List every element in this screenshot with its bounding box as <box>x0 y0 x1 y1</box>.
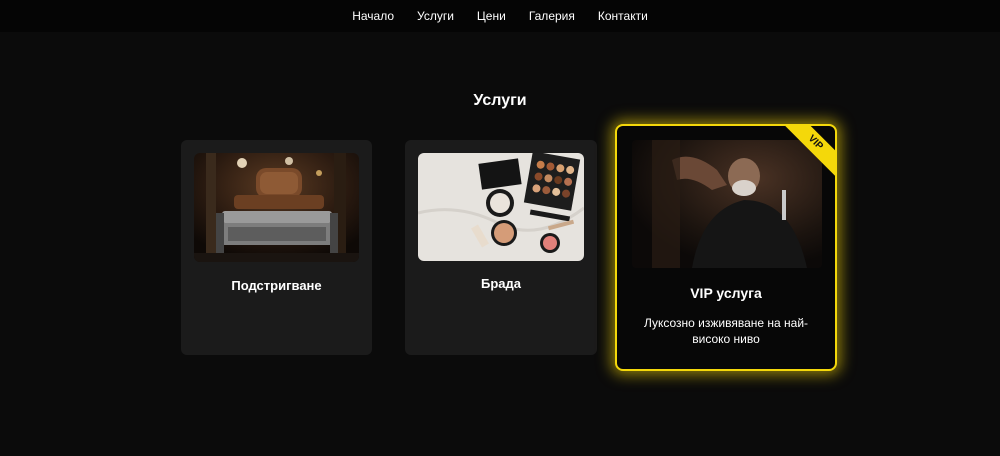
card-title: Брада <box>481 276 521 291</box>
section-title: Услуги <box>473 92 527 109</box>
top-navbar: Начало Услуги Цени Галерия Контакти <box>0 0 1000 32</box>
card-title: Подстригване <box>231 278 322 293</box>
nav-link-home[interactable]: Начало <box>352 0 394 32</box>
nav-link-prices[interactable]: Цени <box>477 0 506 32</box>
nav-link-services[interactable]: Услуги <box>417 0 454 32</box>
service-card-beard[interactable]: Брада <box>405 140 597 355</box>
card-title: VIP услуга <box>690 285 762 301</box>
nav-link-gallery[interactable]: Галерия <box>529 0 575 32</box>
service-card-haircut[interactable]: Подстригване <box>181 140 372 355</box>
cosmetics-image <box>418 153 584 261</box>
service-card-vip[interactable]: VIP VIP услуга Луксозно изживяване на на… <box>615 124 837 371</box>
card-description: Луксозно изживяване на най-високо ниво <box>643 316 809 346</box>
barber-chair-image <box>194 153 359 262</box>
nav-link-contacts[interactable]: Контакти <box>598 0 648 32</box>
barber-shaving-image <box>632 140 822 268</box>
